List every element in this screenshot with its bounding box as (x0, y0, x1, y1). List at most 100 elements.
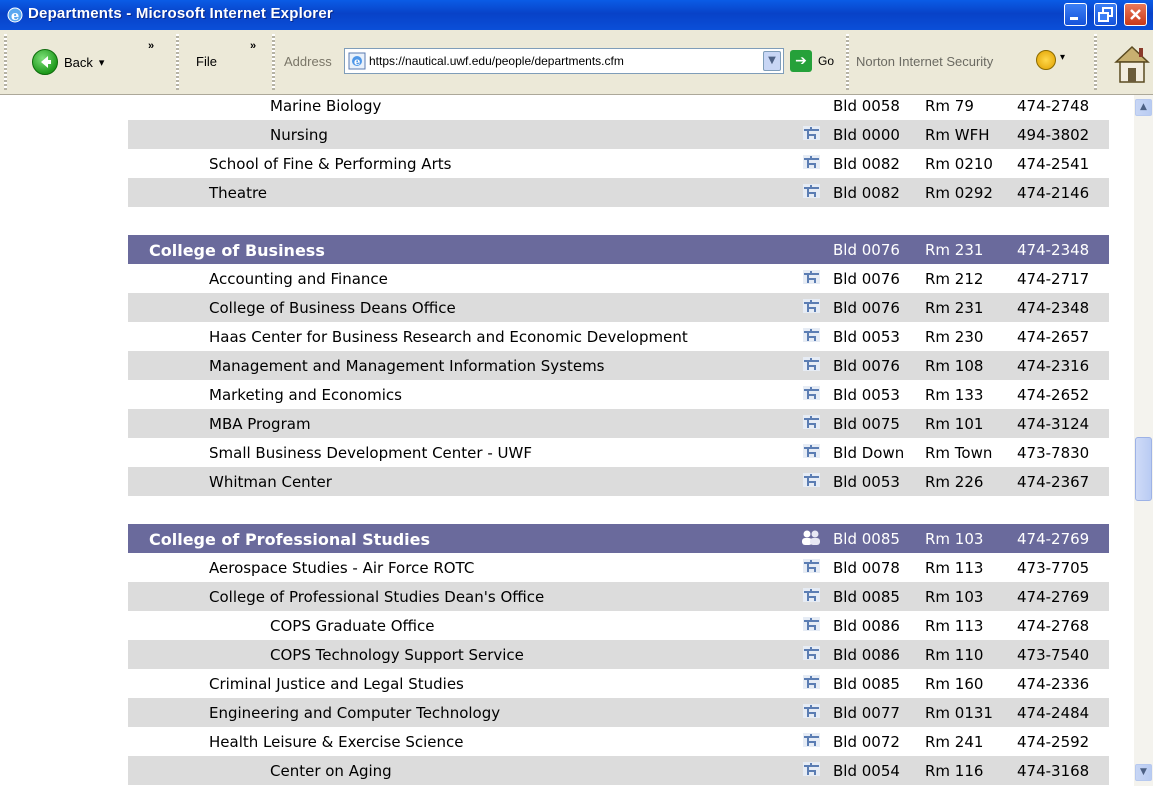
department-row: Engineering and Computer Technology Bld 0… (128, 698, 1109, 727)
menu-chevron[interactable]: » (250, 40, 256, 52)
room-number: Rm 110 (925, 646, 984, 664)
department-name[interactable]: Marketing and Economics (209, 386, 402, 404)
department-name[interactable]: Accounting and Finance (209, 270, 388, 288)
department-name[interactable]: Small Business Development Center - UWF (209, 444, 532, 462)
map-icon[interactable] (803, 762, 820, 776)
address-bar[interactable]: e ▼ (344, 48, 784, 74)
go-label: Go (818, 54, 835, 68)
department-name[interactable]: COPS Technology Support Service (270, 646, 524, 664)
department-name[interactable]: MBA Program (209, 415, 311, 433)
department-row: Whitman Center Bld 0053 Rm 226 474-2367 (128, 467, 1109, 496)
phone-number: 474-2484 (1017, 704, 1090, 722)
map-icon[interactable] (803, 444, 820, 458)
phone-number: 474-2717 (1017, 270, 1090, 288)
map-icon[interactable] (803, 328, 820, 342)
room-number: Rm WFH (925, 126, 990, 144)
room-number: Rm 133 (925, 386, 984, 404)
map-icon[interactable] (803, 386, 820, 400)
address-dropdown-icon[interactable]: ▼ (763, 51, 781, 71)
department-name[interactable]: Marine Biology (270, 97, 381, 115)
map-icon[interactable] (803, 733, 820, 747)
go-button[interactable]: ➔ Go (790, 48, 834, 74)
toolbar-grip[interactable] (1094, 34, 1097, 90)
department-name[interactable]: College of Professional Studies (149, 530, 430, 549)
department-name[interactable]: College of Business (149, 241, 325, 260)
norton-globe-icon[interactable] (1036, 50, 1056, 70)
department-name[interactable]: Management and Management Information Sy… (209, 357, 605, 375)
map-icon[interactable] (803, 704, 820, 718)
map-icon[interactable] (803, 646, 820, 660)
back-dropdown-icon[interactable]: ▾ (99, 56, 105, 69)
scroll-up-button[interactable]: ▲ (1135, 99, 1152, 116)
department-name[interactable]: Nursing (270, 126, 328, 144)
phone-number: 474-2652 (1017, 386, 1090, 404)
department-name[interactable]: Criminal Justice and Legal Studies (209, 675, 464, 693)
map-icon[interactable] (803, 588, 820, 602)
map-icon[interactable] (803, 155, 820, 169)
building-number: Bld 0078 (833, 559, 900, 577)
phone-number: 474-2336 (1017, 675, 1090, 693)
map-icon[interactable] (803, 675, 820, 689)
map-icon[interactable] (803, 270, 820, 284)
home-icon[interactable] (1112, 42, 1152, 86)
department-name[interactable]: Engineering and Computer Technology (209, 704, 500, 722)
map-icon[interactable] (803, 184, 820, 198)
window-title: Departments - Microsoft Internet Explore… (28, 5, 333, 22)
norton-label[interactable]: Norton Internet Security (856, 54, 993, 69)
toolbar-chevron[interactable]: » (148, 40, 154, 52)
department-name[interactable]: Aerospace Studies - Air Force ROTC (209, 559, 474, 577)
department-row: Management and Management Information Sy… (128, 351, 1109, 380)
department-row: College of Professional Studies Dean's O… (128, 582, 1109, 611)
close-button[interactable] (1124, 3, 1147, 26)
norton-dropdown-icon[interactable]: ▾ (1060, 52, 1065, 63)
toolbar-grip[interactable] (272, 34, 275, 90)
map-icon[interactable] (803, 299, 820, 313)
map-icon[interactable] (803, 415, 820, 429)
internet-explorer-icon: e (7, 7, 23, 24)
browser-toolbar: Back ▾ » File » Address e ▼ ➔ Go Norton … (0, 30, 1153, 95)
minimize-button[interactable] (1064, 3, 1087, 26)
department-name[interactable]: Health Leisure & Exercise Science (209, 733, 463, 751)
room-number: Rm 231 (925, 241, 984, 259)
room-number: Rm 160 (925, 675, 984, 693)
scroll-down-button[interactable]: ▼ (1135, 764, 1152, 781)
department-row: MBA Program Bld 0075 Rm 101 474-3124 (128, 409, 1109, 438)
toolbar-grip[interactable] (176, 34, 179, 90)
department-row: Center on Aging Bld 0054 Rm 116 474-3168 (128, 756, 1109, 785)
room-number: Rm 231 (925, 299, 984, 317)
map-icon[interactable] (803, 126, 820, 140)
map-icon[interactable] (803, 617, 820, 631)
address-input[interactable] (369, 52, 755, 70)
phone-number: 474-2769 (1017, 530, 1090, 548)
department-name[interactable]: Theatre (209, 184, 267, 202)
department-name[interactable]: College of Professional Studies Dean's O… (209, 588, 544, 606)
page-content: Marine Biology Bld 0058 Rm 79 474-2748 Nursi… (0, 95, 1134, 786)
room-number: Rm 113 (925, 559, 984, 577)
restore-button[interactable] (1094, 3, 1117, 26)
toolbar-grip[interactable] (846, 34, 849, 90)
department-row: Nursing Bld 0000 Rm WFH 494-3802 (128, 120, 1109, 149)
window-title-bar[interactable]: e Departments - Microsoft Internet Explo… (0, 0, 1153, 30)
map-icon[interactable] (803, 559, 820, 573)
map-icon[interactable] (803, 357, 820, 371)
map-icon[interactable] (803, 473, 820, 487)
department-row: Marketing and Economics Bld 0053 Rm 133 474… (128, 380, 1109, 409)
department-name[interactable]: Center on Aging (270, 762, 392, 780)
vertical-scrollbar[interactable]: ▲ ▼ (1134, 95, 1153, 786)
department-name[interactable]: School of Fine & Performing Arts (209, 155, 451, 173)
department-name[interactable]: Haas Center for Business Research and Ec… (209, 328, 688, 346)
scrollbar-thumb[interactable] (1135, 437, 1152, 501)
department-name[interactable]: Whitman Center (209, 473, 332, 491)
building-number: Bld 0076 (833, 241, 900, 259)
department-name[interactable]: College of Business Deans Office (209, 299, 456, 317)
file-menu[interactable]: File (196, 54, 217, 69)
room-number: Rm 212 (925, 270, 984, 288)
toolbar-grip[interactable] (4, 34, 7, 90)
department-row: College of Business Deans Office Bld 0076… (128, 293, 1109, 322)
phone-number: 474-2769 (1017, 588, 1090, 606)
phone-number: 474-2541 (1017, 155, 1090, 173)
back-button[interactable]: Back ▾ (32, 48, 104, 76)
address-label: Address (284, 54, 332, 69)
people-icon[interactable] (801, 529, 821, 545)
department-name[interactable]: COPS Graduate Office (270, 617, 434, 635)
